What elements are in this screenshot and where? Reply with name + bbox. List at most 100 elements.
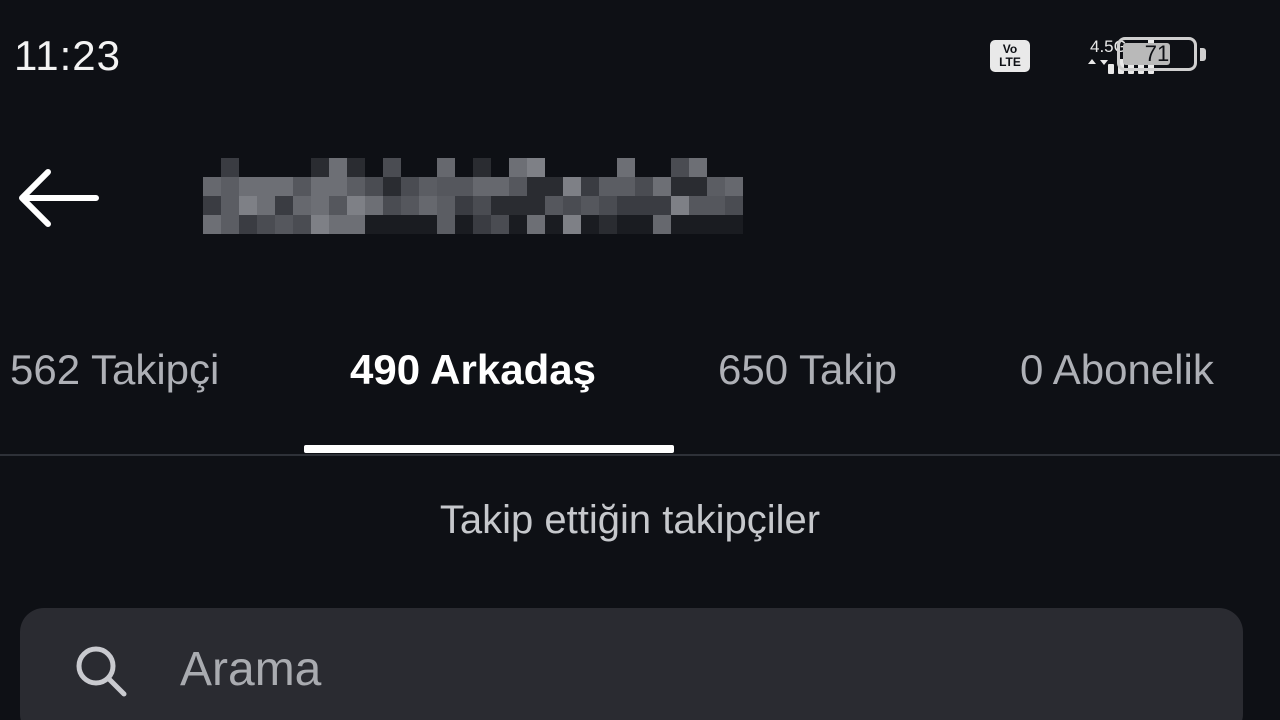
blur-pixel xyxy=(653,158,671,177)
blur-pixel xyxy=(275,215,293,234)
blur-pixel xyxy=(383,196,401,215)
blur-pixel xyxy=(203,215,221,234)
blur-pixel xyxy=(419,177,437,196)
blur-pixel xyxy=(455,158,473,177)
battery-cap xyxy=(1200,48,1206,61)
blur-pixel xyxy=(635,196,653,215)
blur-pixel xyxy=(725,158,743,177)
blur-pixel xyxy=(725,177,743,196)
blur-pixel xyxy=(455,215,473,234)
blur-pixel xyxy=(203,196,221,215)
blur-pixel xyxy=(275,196,293,215)
blur-pixel xyxy=(383,158,401,177)
followers-screen: 11:23 Vo LTE 4.5G 71 562 Takipçi 490 Ark… xyxy=(0,0,1280,720)
blur-pixel xyxy=(491,196,509,215)
blur-pixel xyxy=(401,158,419,177)
search-input[interactable] xyxy=(180,634,1180,704)
blur-pixel xyxy=(527,158,545,177)
blur-pixel xyxy=(473,158,491,177)
blur-pixel xyxy=(203,158,221,177)
blur-pixel xyxy=(581,196,599,215)
blur-pixel xyxy=(401,196,419,215)
blur-pixel xyxy=(239,196,257,215)
blur-pixel xyxy=(239,215,257,234)
blur-pixel xyxy=(365,177,383,196)
blur-pixel xyxy=(293,158,311,177)
blur-pixel xyxy=(527,177,545,196)
blur-pixel xyxy=(275,177,293,196)
blur-pixel xyxy=(545,215,563,234)
blur-pixel xyxy=(365,196,383,215)
blur-pixel xyxy=(545,177,563,196)
blur-pixel xyxy=(563,177,581,196)
blur-pixel xyxy=(311,196,329,215)
blur-pixel xyxy=(653,196,671,215)
search-bar[interactable] xyxy=(20,608,1243,720)
blur-pixel xyxy=(221,215,239,234)
blur-pixel xyxy=(671,215,689,234)
blur-pixel xyxy=(365,215,383,234)
blur-pixel xyxy=(401,177,419,196)
blur-pixel xyxy=(437,158,455,177)
blur-pixel xyxy=(293,196,311,215)
blur-pixel xyxy=(635,177,653,196)
blur-pixel xyxy=(707,196,725,215)
blur-pixel xyxy=(617,215,635,234)
blur-pixel xyxy=(617,158,635,177)
blur-pixel xyxy=(293,215,311,234)
blur-pixel xyxy=(599,196,617,215)
blur-pixel xyxy=(599,215,617,234)
blur-pixel xyxy=(221,196,239,215)
active-tab-indicator xyxy=(304,445,674,453)
tab-friends[interactable]: 490 Arkadaş xyxy=(350,346,596,394)
blur-pixel xyxy=(257,215,275,234)
blur-pixel xyxy=(707,158,725,177)
blur-pixel xyxy=(437,196,455,215)
blur-pixel xyxy=(563,158,581,177)
blur-pixel xyxy=(509,215,527,234)
blur-pixel xyxy=(383,215,401,234)
blur-pixel xyxy=(707,215,725,234)
tab-subscriptions[interactable]: 0 Abonelik xyxy=(1020,346,1214,394)
back-button[interactable] xyxy=(16,166,102,230)
blur-pixel xyxy=(635,158,653,177)
blur-pixel xyxy=(509,177,527,196)
blur-pixel xyxy=(347,215,365,234)
blur-pixel xyxy=(419,196,437,215)
blur-pixel xyxy=(221,158,239,177)
tab-following[interactable]: 650 Takip xyxy=(718,346,897,394)
blur-pixel xyxy=(257,177,275,196)
blur-pixel xyxy=(311,158,329,177)
blur-pixel xyxy=(509,196,527,215)
blur-pixel xyxy=(473,196,491,215)
blur-pixel xyxy=(599,177,617,196)
blur-pixel xyxy=(581,177,599,196)
volte-icon: Vo LTE xyxy=(990,40,1030,72)
blur-pixel xyxy=(257,196,275,215)
blur-pixel xyxy=(527,196,545,215)
blur-pixel xyxy=(275,158,293,177)
blur-pixel xyxy=(689,158,707,177)
blur-pixel xyxy=(257,158,275,177)
blur-pixel xyxy=(599,158,617,177)
blur-pixel xyxy=(653,177,671,196)
blur-pixel xyxy=(239,158,257,177)
blur-pixel xyxy=(239,177,257,196)
blur-pixel xyxy=(581,158,599,177)
blur-pixel xyxy=(311,177,329,196)
battery-percent: 71 xyxy=(1144,41,1170,66)
blur-pixel xyxy=(689,196,707,215)
blur-pixel xyxy=(581,215,599,234)
blur-pixel xyxy=(491,158,509,177)
blur-pixel xyxy=(689,177,707,196)
blur-pixel xyxy=(491,215,509,234)
blur-pixel xyxy=(671,177,689,196)
blur-pixel xyxy=(689,215,707,234)
blur-pixel xyxy=(455,196,473,215)
blur-pixel xyxy=(293,177,311,196)
blur-pixel xyxy=(725,215,743,234)
tab-followers[interactable]: 562 Takipçi xyxy=(10,346,219,394)
blur-pixel xyxy=(329,177,347,196)
blur-pixel xyxy=(383,177,401,196)
blur-pixel xyxy=(311,215,329,234)
